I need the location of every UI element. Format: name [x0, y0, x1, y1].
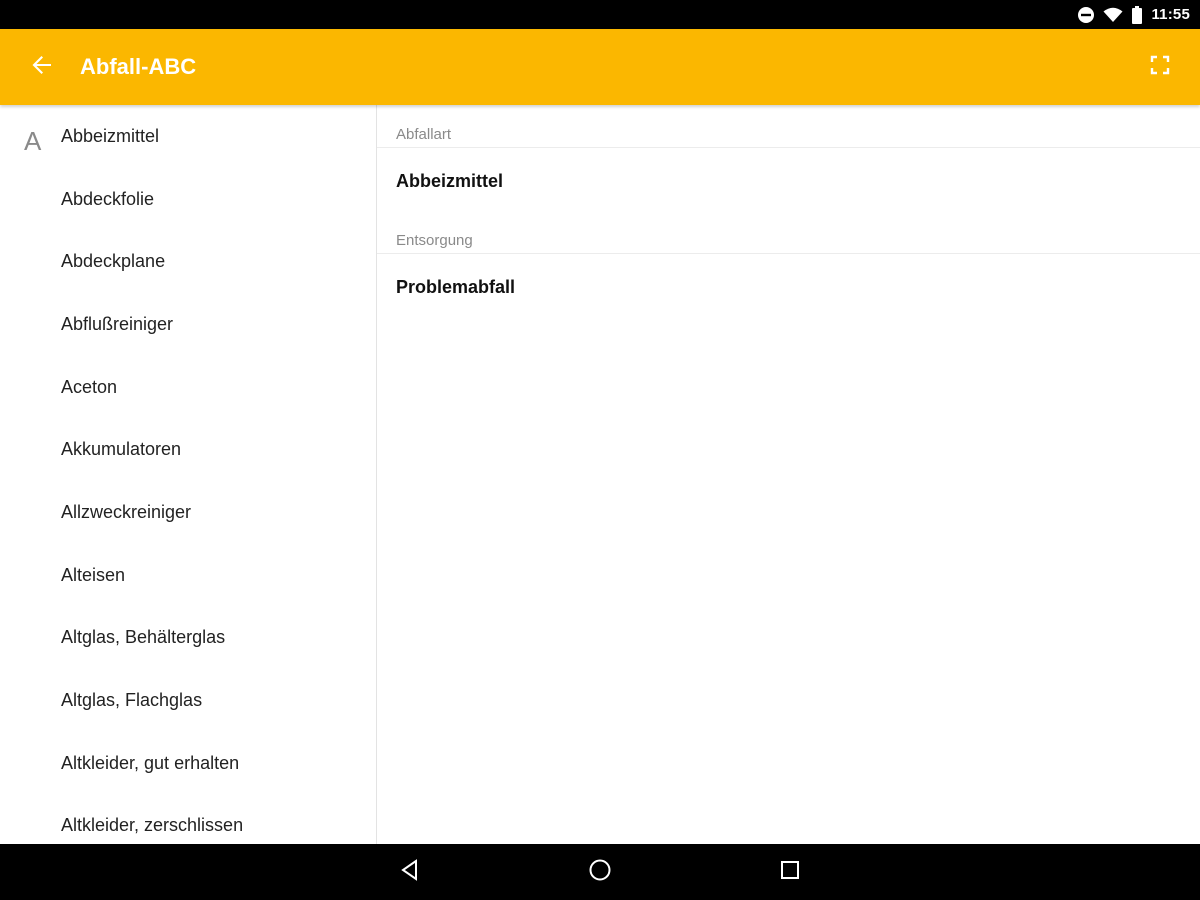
- nav-back-button[interactable]: [390, 852, 430, 892]
- battery-icon: [1131, 5, 1143, 24]
- home-circle-icon: [588, 858, 612, 887]
- clock: 11:55: [1151, 6, 1190, 23]
- back-button[interactable]: [22, 47, 62, 87]
- back-triangle-icon: [399, 858, 421, 886]
- wifi-icon: [1103, 7, 1123, 23]
- nav-recents-button[interactable]: [770, 852, 810, 892]
- waste-type-header: Abfallart: [396, 126, 452, 143]
- list-item-label: Akkumulatoren: [61, 439, 182, 460]
- list-item[interactable]: Abdeckplane: [0, 230, 376, 293]
- list-item-label: Altglas, Behälterglas: [61, 627, 226, 648]
- detail-pane: Abfallart Abbeizmittel Entsorgung Proble…: [377, 105, 1200, 844]
- recents-square-icon: [779, 859, 801, 886]
- divider: [377, 253, 1200, 254]
- list-item-label: Abbeizmittel: [61, 125, 160, 146]
- list-item[interactable]: Abbeizmittel: [0, 105, 376, 168]
- list-item-label: Aceton: [61, 376, 118, 397]
- list-item[interactable]: Allzweckreiniger: [0, 481, 376, 544]
- list-item-label: Alteisen: [61, 564, 126, 585]
- app-bar: Abfall-ABC: [0, 29, 1200, 105]
- list-item-label: Altglas, Flachglas: [61, 690, 203, 711]
- list-item[interactable]: Alteisen: [0, 544, 376, 607]
- list-item-label: Abflußreiniger: [61, 313, 174, 334]
- list-item[interactable]: Abflußreiniger: [0, 293, 376, 356]
- list-item[interactable]: Abdeckfolie: [0, 168, 376, 231]
- list-item-label: Abdeckfolie: [61, 188, 155, 209]
- divider: [377, 147, 1200, 148]
- list-item[interactable]: Aceton: [0, 356, 376, 419]
- list-item-label: Altkleider, zerschlissen: [61, 815, 244, 836]
- list-item[interactable]: Altglas, Flachglas: [0, 669, 376, 732]
- list-item[interactable]: Akkumulatoren: [0, 418, 376, 481]
- list-item-label: Allzweckreiniger: [61, 501, 192, 522]
- nav-home-button[interactable]: [580, 852, 620, 892]
- navigation-bar: [0, 844, 1200, 900]
- disposal-header: Entsorgung: [396, 232, 473, 249]
- waste-type-value: Abbeizmittel: [396, 171, 504, 191]
- list-item-label: Altkleider, gut erhalten: [61, 752, 240, 773]
- list-item[interactable]: Altkleider, zerschlissen: [0, 795, 376, 844]
- do-not-disturb-icon: [1077, 6, 1095, 24]
- list-item-label: Abdeckplane: [61, 251, 166, 272]
- disposal-value: Problemabfall: [396, 277, 516, 297]
- fullscreen-icon: [1150, 55, 1170, 80]
- status-bar: 11:55: [0, 0, 1200, 29]
- fullscreen-button[interactable]: [1140, 47, 1180, 87]
- waste-item-list[interactable]: A Abbeizmittel Abdeckfolie Abdeckplane A…: [0, 105, 377, 844]
- arrow-back-icon: [31, 54, 53, 81]
- page-title: Abfall-ABC: [80, 54, 197, 79]
- list-item[interactable]: Altkleider, gut erhalten: [0, 732, 376, 795]
- list-item[interactable]: Altglas, Behälterglas: [0, 607, 376, 670]
